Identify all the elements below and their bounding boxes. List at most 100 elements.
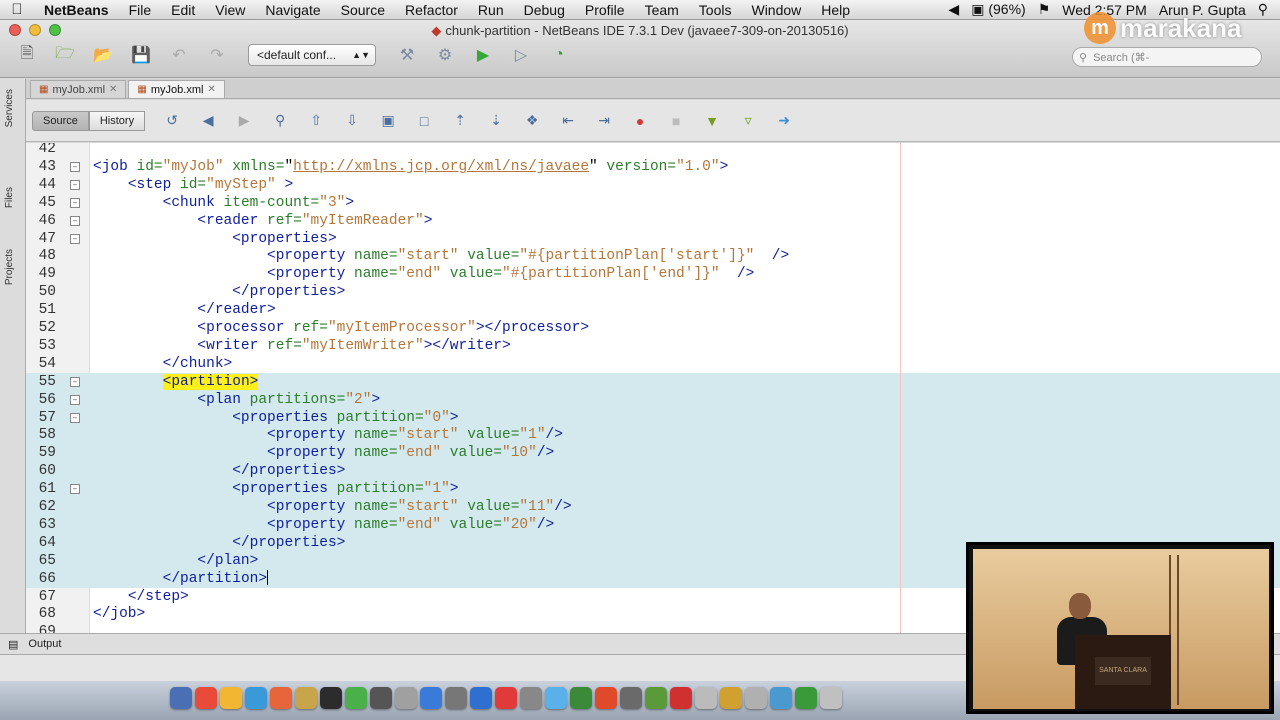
forward-icon[interactable]: ▶ <box>235 112 253 130</box>
code-line[interactable]: 56 – <plan partitions="2"> <box>26 390 1280 409</box>
last-edit-icon[interactable]: ↺ <box>163 112 181 130</box>
apple-icon[interactable]:  <box>0 1 34 18</box>
menu-edit[interactable]: Edit <box>161 2 205 18</box>
toggle-highlight-icon[interactable]: ▣ <box>379 112 397 130</box>
menu-profile[interactable]: Profile <box>575 2 635 18</box>
code-line[interactable]: 51 </reader> <box>26 301 1280 319</box>
code-line[interactable]: 60 </properties> <box>26 462 1280 481</box>
build-icon[interactable]: ⚒ <box>394 43 420 67</box>
editor-tab-myjob-1[interactable]: ▦ myJob.xml ✕ <box>30 80 127 98</box>
dock-app-icon[interactable] <box>770 687 792 709</box>
menu-run[interactable]: Run <box>468 2 514 18</box>
dock-app-icon[interactable] <box>545 687 567 709</box>
source-tab-button[interactable]: Source <box>32 110 89 131</box>
code-line[interactable]: 55 – <partition> <box>26 372 1280 391</box>
services-tab[interactable]: Services <box>4 89 15 127</box>
find-previous-icon[interactable]: ⇧ <box>307 112 325 130</box>
dock-app-icon[interactable] <box>670 687 692 709</box>
run-icon[interactable]: ▶ <box>470 43 496 67</box>
editor-tab-myjob-2[interactable]: ▦ myJob.xml ✕ <box>128 80 225 98</box>
code-line[interactable]: 43 – <job id="myJob" xmlns="http://xmlns.j… <box>26 158 1280 176</box>
dock-app-icon[interactable] <box>695 687 717 709</box>
code-line[interactable]: 44 – <step id="myStep" > <box>26 176 1280 194</box>
dock-app-icon[interactable] <box>820 687 842 709</box>
toggle-bookmark-icon[interactable]: ❖ <box>523 112 541 130</box>
close-tab-icon[interactable]: ✕ <box>207 84 215 95</box>
code-line[interactable]: 48 <property name="start" value="#{parti… <box>26 247 1280 265</box>
dock-app-icon[interactable] <box>245 687 267 709</box>
dock-app-icon[interactable] <box>220 687 242 709</box>
dock-app-icon[interactable] <box>170 687 192 709</box>
code-line[interactable]: 52 <processor ref="myItemProcessor"></pr… <box>26 319 1280 337</box>
menu-refactor[interactable]: Refactor <box>395 2 468 18</box>
save-all-icon[interactable]: 💾 <box>128 43 154 67</box>
debug-icon[interactable]: ▷ <box>508 43 534 67</box>
close-tab-icon[interactable]: ✕ <box>109 84 117 95</box>
files-tab[interactable]: Files <box>4 187 15 208</box>
battery-status[interactable]: ▣ (96%) <box>971 1 1025 18</box>
fold-toggle-icon[interactable]: – <box>70 179 80 190</box>
dock-app-icon[interactable] <box>745 687 767 709</box>
dock-app-icon[interactable] <box>345 687 367 709</box>
menu-help[interactable]: Help <box>811 2 860 18</box>
dock-app-icon[interactable] <box>320 687 342 709</box>
undo-icon[interactable]: ↶ <box>166 43 192 67</box>
stop-macro-icon[interactable]: ■ <box>667 112 685 130</box>
new-project-icon[interactable]: 🗁 <box>52 43 78 67</box>
code-line[interactable]: 49 <property name="end" value="#{partiti… <box>26 265 1280 283</box>
code-line[interactable]: 46 – <reader ref="myItemReader"> <box>26 212 1280 230</box>
configuration-select[interactable]: <default conf... ▲▼ <box>248 44 376 66</box>
fold-toggle-icon[interactable]: – <box>70 484 80 495</box>
xsl-transform-icon[interactable]: ➜ <box>775 112 793 130</box>
fold-toggle-icon[interactable]: – <box>70 233 80 244</box>
code-line[interactable]: 62 <property name="start" value="11"/> <box>26 498 1280 516</box>
history-tab-button[interactable]: History <box>88 110 146 131</box>
clean-build-icon[interactable]: ⚙ <box>432 43 458 67</box>
profile-icon[interactable]: ◔ <box>546 43 572 67</box>
dock-app-icon[interactable] <box>570 687 592 709</box>
menu-team[interactable]: Team <box>635 2 689 18</box>
check-xml-icon[interactable]: ▼ <box>703 112 721 130</box>
menu-view[interactable]: View <box>205 2 255 18</box>
code-line[interactable]: 47 – <properties> <box>26 230 1280 248</box>
fold-toggle-icon[interactable]: – <box>70 161 80 172</box>
fold-toggle-icon[interactable]: – <box>70 197 80 208</box>
code-line[interactable]: 54 </chunk> <box>26 355 1280 373</box>
flag-icon[interactable]: ⚑ <box>1038 1 1051 18</box>
menu-source[interactable]: Source <box>331 2 395 18</box>
dock-app-icon[interactable] <box>595 687 617 709</box>
code-line[interactable]: 59 <property name="end" value="10"/> <box>26 444 1280 463</box>
dock-app-icon[interactable] <box>395 687 417 709</box>
code-line[interactable]: 45 – <chunk item-count="3"> <box>26 194 1280 212</box>
code-line[interactable]: 63 <property name="end" value="20"/> <box>26 515 1280 534</box>
volume-icon[interactable]: ◀ <box>948 1 959 18</box>
menu-navigate[interactable]: Navigate <box>255 2 330 18</box>
dock-app-icon[interactable] <box>720 687 742 709</box>
dock-app-icon[interactable] <box>620 687 642 709</box>
previous-bookmark-icon[interactable]: ⇡ <box>451 112 469 130</box>
find-icon[interactable]: ⚲ <box>271 112 289 130</box>
open-project-icon[interactable]: 📂 <box>90 43 116 67</box>
shift-right-icon[interactable]: ⇥ <box>595 112 613 130</box>
code-line[interactable]: 53 <writer ref="myItemWriter"></writer> <box>26 337 1280 355</box>
projects-tab[interactable]: Projects <box>4 249 15 285</box>
menu-app[interactable]: NetBeans <box>34 2 119 18</box>
code-line[interactable]: 57 – <properties partition="0"> <box>26 408 1280 427</box>
menu-file[interactable]: File <box>119 2 162 18</box>
code-line[interactable]: 50 </properties> <box>26 283 1280 301</box>
validate-xml-icon[interactable]: ▿ <box>739 112 757 130</box>
dock-app-icon[interactable] <box>795 687 817 709</box>
redo-icon[interactable]: ↷ <box>204 43 230 67</box>
code-line[interactable]: 61 – <properties partition="1"> <box>26 480 1280 499</box>
code-line[interactable]: 42 <box>26 143 1280 158</box>
dock-app-icon[interactable] <box>270 687 292 709</box>
menu-tools[interactable]: Tools <box>689 2 742 18</box>
dock-app-icon[interactable] <box>645 687 667 709</box>
fold-toggle-icon[interactable]: – <box>70 215 80 226</box>
dock-app-icon[interactable] <box>520 687 542 709</box>
search-field[interactable]: ⚲ Search (⌘- <box>1072 47 1262 67</box>
dock-app-icon[interactable] <box>420 687 442 709</box>
new-file-icon[interactable]: 🗎 <box>14 43 40 67</box>
fold-toggle-icon[interactable]: – <box>70 394 80 405</box>
back-icon[interactable]: ◀ <box>199 112 217 130</box>
